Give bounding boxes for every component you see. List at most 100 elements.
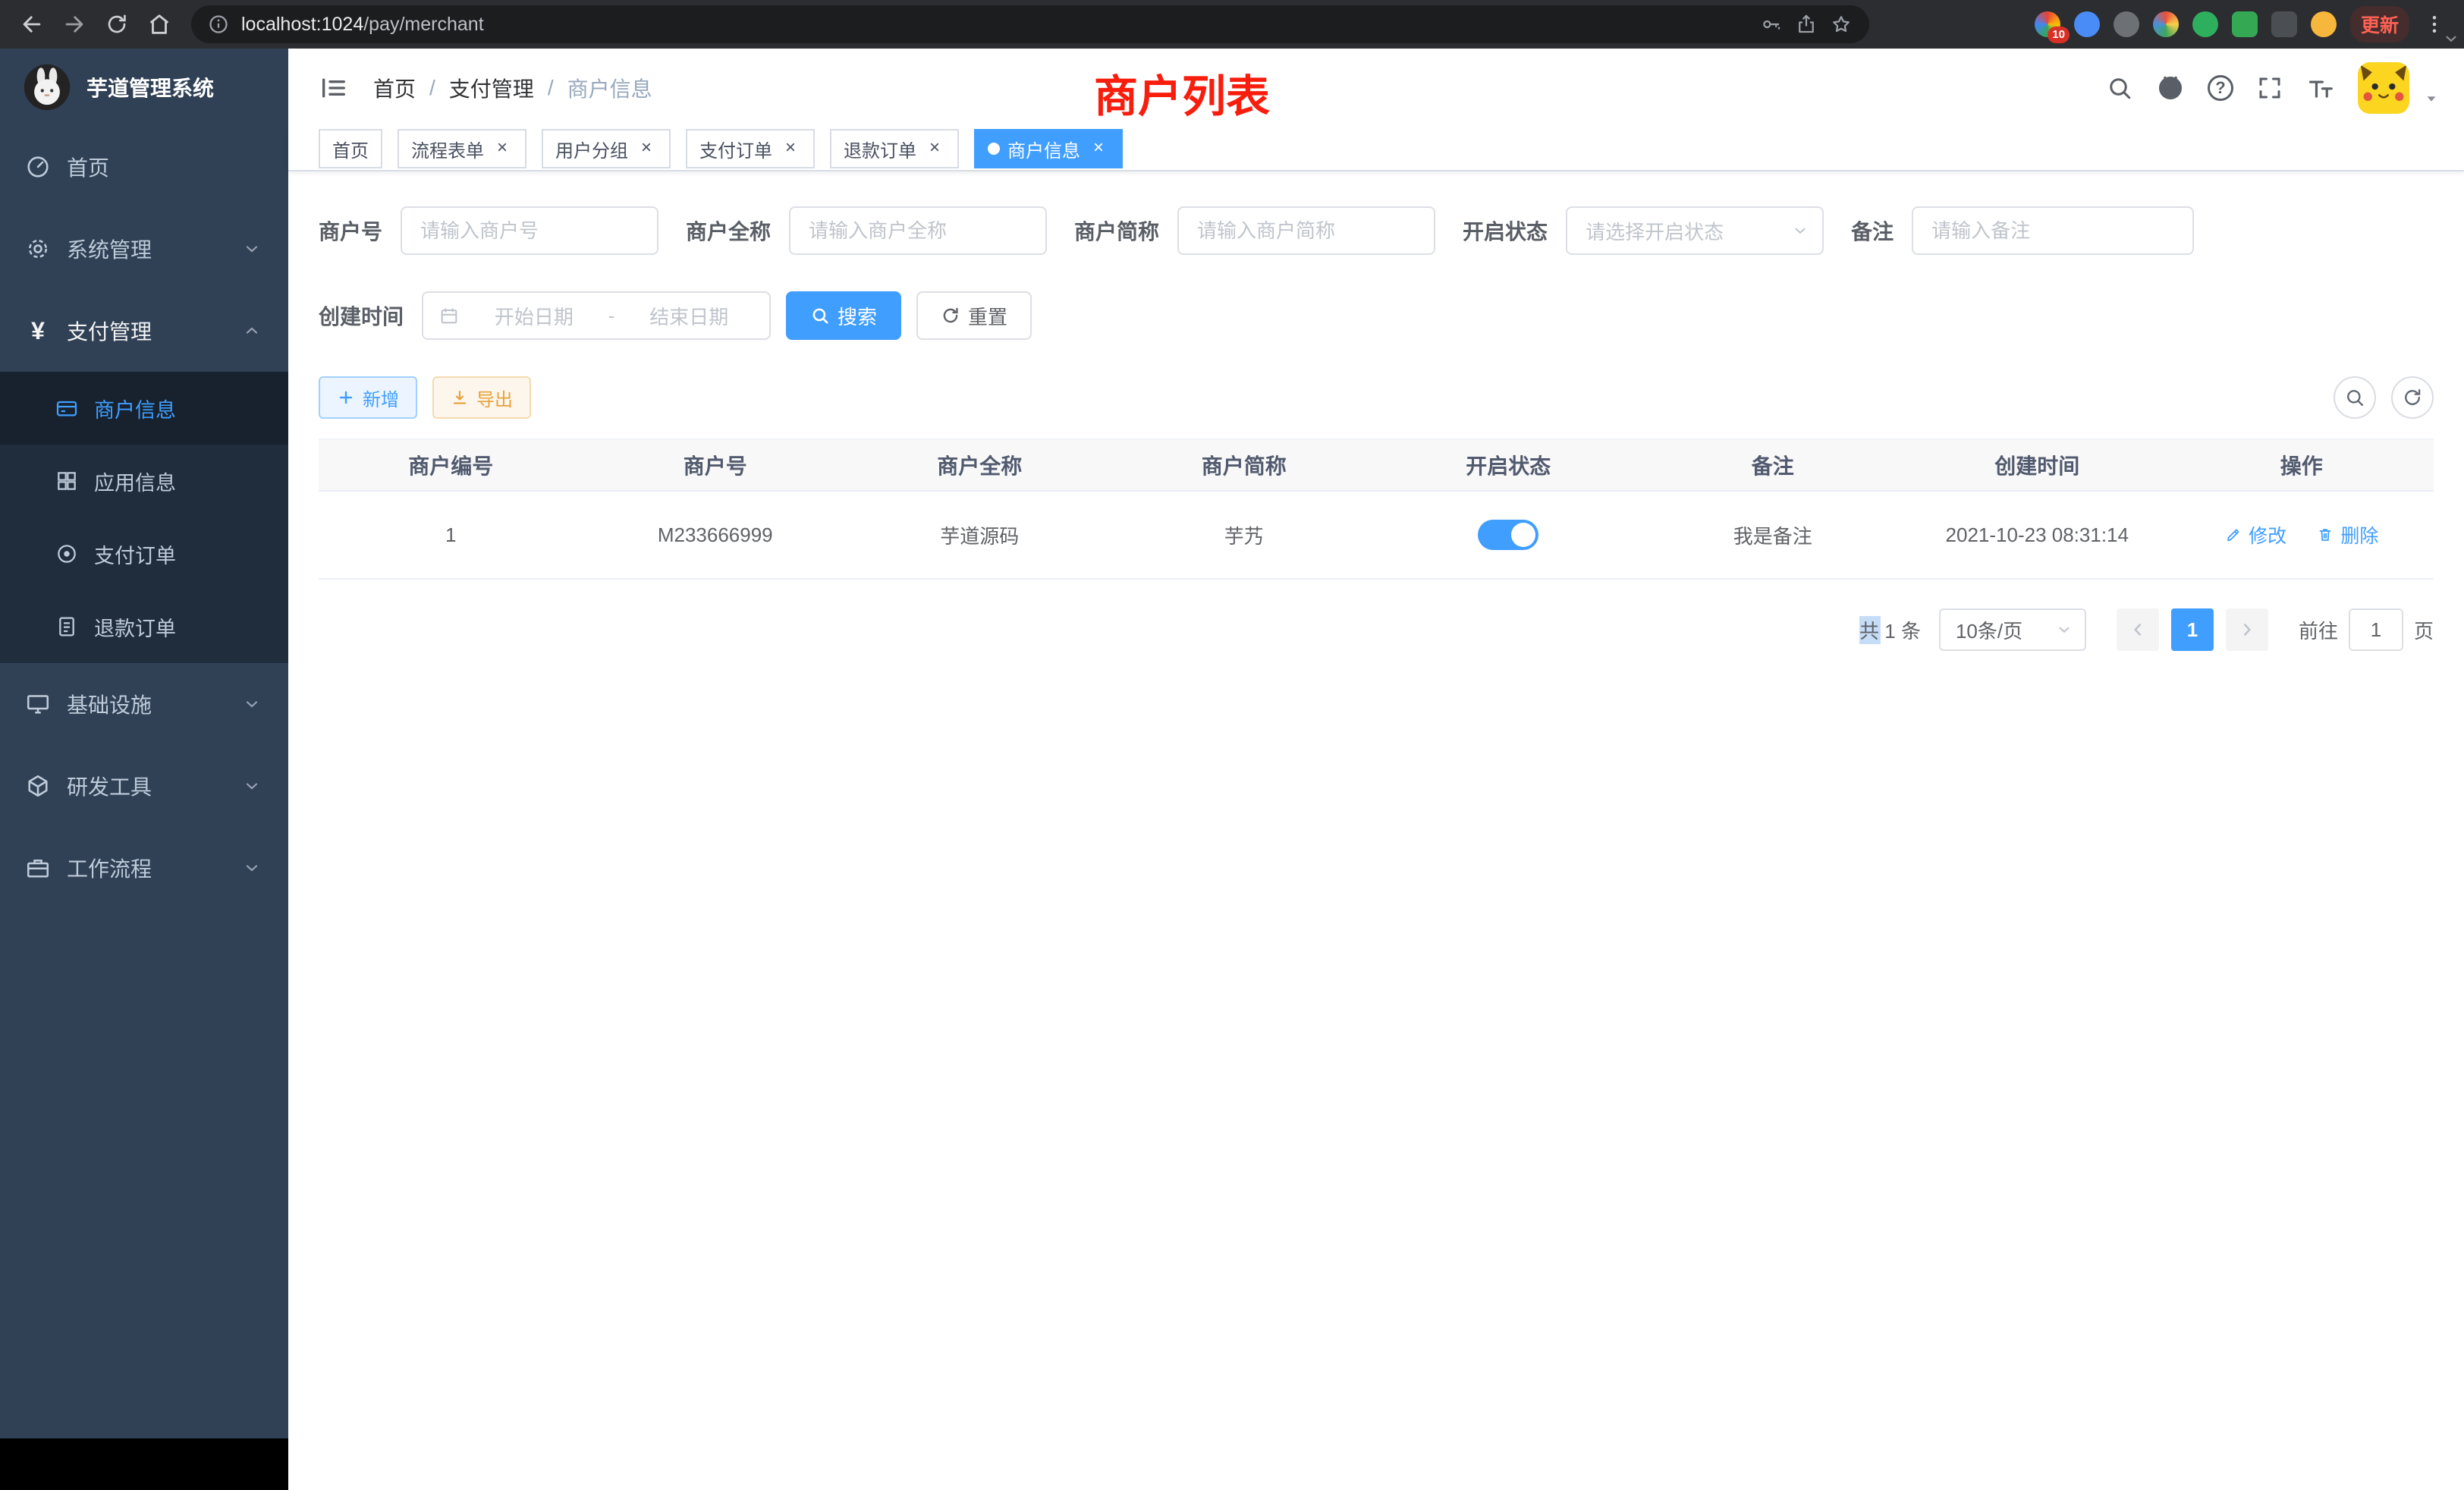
ext-blue-icon[interactable] xyxy=(2074,11,2100,37)
remark-input[interactable] xyxy=(1912,206,2194,255)
address-bar[interactable]: localhost:1024/pay/merchant xyxy=(191,5,1869,43)
breadcrumb-home[interactable]: 首页 xyxy=(373,73,416,103)
dashboard-icon xyxy=(24,153,52,181)
fullscreen-icon[interactable] xyxy=(2256,74,2283,102)
tab-user-group[interactable]: 用户分组 × xyxy=(542,129,671,168)
github-icon[interactable] xyxy=(2156,74,2185,102)
ext-notes-icon[interactable] xyxy=(2232,11,2258,37)
ext-green-circle-icon[interactable] xyxy=(2192,11,2218,37)
chrome-edge-caret-icon[interactable] xyxy=(2443,30,2459,47)
bookmark-star-icon[interactable] xyxy=(1830,13,1853,36)
browser-refresh-icon[interactable] xyxy=(97,5,137,44)
close-icon[interactable]: × xyxy=(636,138,657,159)
chevron-down-icon xyxy=(1792,222,1809,239)
edit-link[interactable]: 修改 xyxy=(2224,521,2286,549)
cell-remark: 我是备注 xyxy=(1641,491,1906,579)
col-create-time: 创建时间 xyxy=(1905,439,2170,491)
app-logo[interactable]: 芋道管理系统 xyxy=(0,49,288,126)
status-label: 开启状态 xyxy=(1463,215,1548,246)
search-button[interactable]: 搜索 xyxy=(786,291,901,340)
yen-icon: ¥ xyxy=(24,317,52,345)
close-icon[interactable]: × xyxy=(780,138,801,159)
end-date-placeholder[interactable]: 结束日期 xyxy=(624,302,754,330)
sidebar-item-home[interactable]: 首页 xyxy=(0,126,288,208)
chevron-down-icon xyxy=(243,777,261,795)
page-size-select[interactable]: 10条/页 xyxy=(1939,608,2086,651)
export-button[interactable]: 导出 xyxy=(432,376,531,419)
sidebar-item-pay-order[interactable]: 支付订单 xyxy=(0,517,288,590)
browser-back-icon[interactable] xyxy=(12,5,52,44)
ext-colorful-icon[interactable]: 10 xyxy=(2035,11,2060,37)
share-icon[interactable] xyxy=(1795,13,1818,36)
sidebar-item-payment[interactable]: ¥ 支付管理 xyxy=(0,290,288,372)
date-range-picker[interactable]: 开始日期 - 结束日期 xyxy=(422,291,771,340)
status-select[interactable]: 请选择开启状态 xyxy=(1566,206,1824,255)
start-date-placeholder[interactable]: 开始日期 xyxy=(469,302,599,330)
close-icon[interactable]: × xyxy=(492,138,513,159)
table-row: 1 M233666999 芋道源码 芋艿 我是备注 2021-10-23 08:… xyxy=(319,491,2434,579)
tab-merchant-info[interactable]: 商户信息 × xyxy=(974,129,1123,168)
merchant-no-input[interactable] xyxy=(401,206,658,255)
goto-page-input[interactable] xyxy=(2349,608,2403,651)
browser-update-button[interactable]: 更新 xyxy=(2350,6,2409,42)
sidebar-item-application-info[interactable]: 应用信息 xyxy=(0,445,288,517)
extensions-area: 10 更新 xyxy=(2035,6,2452,42)
page-number-button[interactable]: 1 xyxy=(2171,608,2214,651)
annotation-title: 商户列表 xyxy=(1094,61,1270,124)
sidebar-item-infrastructure[interactable]: 基础设施 xyxy=(0,663,288,745)
ext-face-icon[interactable] xyxy=(2311,11,2337,37)
password-key-icon[interactable] xyxy=(1760,13,1783,36)
pagination: 共 1 条 10条/页 1 前往 页 xyxy=(319,608,2434,651)
browser-forward-icon[interactable] xyxy=(55,5,94,44)
grid-icon xyxy=(55,469,79,493)
monitor-icon xyxy=(24,690,52,718)
sidebar: 芋道管理系统 首页 系统管理 ¥ 支付管理 xyxy=(0,49,288,1490)
sidebar-item-merchant-info[interactable]: 商户信息 xyxy=(0,372,288,445)
sidebar-item-dev-tools[interactable]: 研发工具 xyxy=(0,745,288,827)
gear-icon xyxy=(24,235,52,262)
tab-refund-order[interactable]: 退款订单 × xyxy=(830,129,959,168)
prev-page-button[interactable] xyxy=(2117,608,2159,651)
delete-link[interactable]: 删除 xyxy=(2316,521,2378,549)
payment-submenu: 商户信息 应用信息 支付订单 退款订单 xyxy=(0,372,288,663)
col-merchant-no: 商户号 xyxy=(583,439,848,491)
short-name-input[interactable] xyxy=(1177,206,1435,255)
user-menu-caret-icon[interactable] xyxy=(2423,90,2440,107)
tab-home[interactable]: 首页 xyxy=(319,129,382,168)
refresh-table-button[interactable] xyxy=(2391,376,2434,419)
ext-gray-icon[interactable] xyxy=(2114,11,2139,37)
full-name-label: 商户全称 xyxy=(686,215,771,246)
col-full-name: 商户全称 xyxy=(847,439,1112,491)
col-status: 开启状态 xyxy=(1376,439,1641,491)
search-icon[interactable] xyxy=(2106,74,2133,102)
sidebar-item-refund-order[interactable]: 退款订单 xyxy=(0,590,288,663)
target-icon xyxy=(55,542,79,566)
site-info-icon[interactable] xyxy=(208,14,229,35)
merchant-table: 商户编号 商户号 商户全称 商户简称 开启状态 备注 创建时间 操作 1 M23… xyxy=(319,439,2434,580)
browser-home-icon[interactable] xyxy=(140,5,179,44)
main-area: 首页 / 支付管理 / 商户信息 商户列表 ? xyxy=(288,49,2464,1490)
bank-card-icon xyxy=(55,396,79,420)
close-icon[interactable]: × xyxy=(1088,138,1109,159)
user-avatar[interactable] xyxy=(2358,62,2409,114)
add-button[interactable]: 新增 xyxy=(319,376,417,419)
sidebar-item-workflow[interactable]: 工作流程 xyxy=(0,827,288,909)
ext-puzzle-icon[interactable] xyxy=(2271,11,2297,37)
status-toggle[interactable] xyxy=(1478,520,1538,550)
show-search-toggle-button[interactable] xyxy=(2334,376,2376,419)
font-size-icon[interactable] xyxy=(2306,74,2335,102)
tab-pay-order[interactable]: 支付订单 × xyxy=(686,129,815,168)
next-page-button[interactable] xyxy=(2226,608,2268,651)
help-icon[interactable]: ? xyxy=(2208,75,2233,101)
browser-chrome: localhost:1024/pay/merchant 10 更新 xyxy=(0,0,2464,49)
breadcrumb-separator: / xyxy=(429,76,435,100)
tags-view-bar: 首页 流程表单 × 用户分组 × 支付订单 × 退款订单 × 商户信息 × xyxy=(288,127,2464,171)
hamburger-icon[interactable] xyxy=(303,73,364,103)
close-icon[interactable]: × xyxy=(924,138,945,159)
ext-wheel-icon[interactable] xyxy=(2153,11,2179,37)
page-content: 商户号 商户全称 商户简称 开启状态 请选择开启状态 xyxy=(288,171,2464,1490)
full-name-input[interactable] xyxy=(789,206,1047,255)
reset-button[interactable]: 重置 xyxy=(916,291,1032,340)
sidebar-item-system[interactable]: 系统管理 xyxy=(0,208,288,290)
tab-process-form[interactable]: 流程表单 × xyxy=(398,129,526,168)
